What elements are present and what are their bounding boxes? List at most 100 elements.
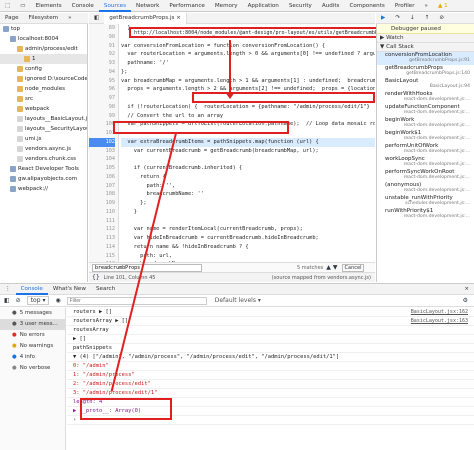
tab-elements[interactable]: Elements [31,0,67,12]
search-cancel-button[interactable]: Cancel [341,263,365,272]
tab-console[interactable]: Console [67,0,99,12]
tab-security[interactable]: Security [284,0,317,12]
more-tabs-button[interactable]: » [420,0,433,12]
code-line[interactable] [121,217,375,226]
call-stack-frame[interactable]: beginWork react-dom.development.js:... [377,117,474,130]
watch-section-header[interactable]: ▶ Watch [377,34,474,43]
tree-item[interactable]: 1 [0,54,87,64]
line-number[interactable]: 106 [89,173,115,182]
resume-icon[interactable]: ▶ [376,13,390,24]
console-sidebar-item[interactable]: ● No errors [0,330,65,341]
call-stack-frame[interactable]: performSyncWorkOnRoot react-dom.developme… [377,169,474,182]
search-next-icon[interactable]: ▼ [333,264,338,271]
tree-item[interactable]: localhost:8004 [0,34,87,44]
line-number[interactable]: 102 [89,137,115,147]
tab-sources[interactable]: Sources [98,0,132,12]
code-line[interactable]: pathname: '/' [121,59,375,68]
console-sidebar-item[interactable]: ● 5 messages [0,308,65,319]
step-into-icon[interactable]: ↓ [405,13,420,24]
console-line[interactable]: ▶ [] [67,335,474,344]
line-number[interactable]: 101 [89,129,115,138]
call-stack-frame[interactable]: beginWork$1 react-dom.development.js:... [377,130,474,143]
tree-item[interactable]: vendors.chunk.css [0,154,87,164]
line-number[interactable]: 113 [89,234,115,243]
format-icon[interactable]: {} [92,274,100,281]
console-line[interactable]: ▶ __proto__: Array(0) [67,407,474,416]
console-sidebar-item[interactable]: ● 3 user mess... [0,319,65,330]
code-editor[interactable]: 89 90 91 92 93 94 95 96 97 98 99 100 101 102 103 104 105… [89,24,375,282]
tree-item[interactable]: top [0,24,87,34]
tab-components[interactable]: Components [344,0,389,12]
code-line[interactable]: var routerLocation = arguments.length > … [121,50,375,59]
step-over-icon[interactable]: ↷ [390,13,405,24]
line-number[interactable]: 95 [89,77,115,86]
tree-item[interactable]: node_modules [0,84,87,94]
line-number[interactable]: 89 [89,24,115,33]
line-number[interactable]: 114 [89,243,115,252]
code-line[interactable]: props = arguments.length > 2 && argument… [121,85,375,94]
tree-item[interactable]: gw.alipayobjects.com [0,174,87,184]
call-stack-frame[interactable]: conversionFromLocation getBreadcrumbProps… [377,52,474,65]
sidebar-toggle-icon[interactable]: ◧ [4,297,10,304]
line-number[interactable]: 109 [89,199,115,208]
call-stack-frame[interactable]: runWithPriority$1 react-dom.development.j… [377,208,474,221]
toggle-navigator-icon[interactable]: ◧ [89,13,104,24]
tab-profiler[interactable]: Profiler [390,0,420,12]
line-number[interactable]: 110 [89,208,115,217]
tree-item[interactable]: webpack:// [0,184,87,194]
code-line[interactable]: var conversionFromLocation = function co… [121,42,375,51]
editor-file-tab[interactable]: getBreadcrumbProps.js × [104,12,187,24]
tab-memory[interactable]: Memory [210,0,243,12]
log-levels-select[interactable]: Default levels ▾ [215,297,261,304]
tab-filesystem[interactable]: Filesystem [24,13,64,24]
code-line[interactable]: path: '', [121,182,375,191]
code-line[interactable] [121,129,375,138]
call-stack-frame[interactable]: updateFunctionComponent react-dom.develop… [377,104,474,117]
console-source-link[interactable]: BasicLayout.jsx:162 [411,308,468,317]
code-line[interactable]: var name = renderItemLocal(currentBreadc… [121,225,375,234]
search-prev-icon[interactable]: ▲ [326,264,331,271]
device-toggle-icon[interactable]: ▭ [15,0,30,12]
tree-item[interactable]: React Developer Tools [0,164,87,174]
line-number-gutter[interactable]: 89 90 91 92 93 94 95 96 97 98 99 100 101 102 103 104 105… [89,24,119,282]
call-stack-frame[interactable]: unstable_runWithPriority scheduler.develo… [377,195,474,208]
console-line[interactable]: 2: "/admin/process/edit" [67,380,474,389]
line-number[interactable]: 99 [89,112,115,121]
console-filter-input[interactable] [66,296,207,305]
eye-icon[interactable]: ◉ [55,297,60,304]
call-stack-frame[interactable]: renderWithHooks react-dom.development.js:… [377,91,474,104]
console-sidebar-item[interactable]: ● No verbose [0,363,65,374]
line-number[interactable]: 92 [89,50,115,59]
code-line[interactable] [121,94,375,103]
console-line[interactable]: length: 4 [67,398,474,407]
line-number[interactable]: 98 [89,103,115,112]
console-sidebar-item[interactable]: ● 4 info [0,352,65,363]
console-line[interactable]: 0: "/admin" [67,362,474,371]
tree-item[interactable]: src [0,94,87,104]
code-line[interactable]: var extraBreadcrumbItems = pathSnippets.… [121,137,375,147]
code-line[interactable] [121,155,375,164]
line-number[interactable]: 115 [89,252,115,261]
call-stack-section-header[interactable]: ▼ Call Stack [377,43,474,52]
line-number[interactable]: 90 [89,33,115,42]
line-number[interactable]: 112 [89,225,115,234]
tab-whats-new[interactable]: What's New [48,284,91,295]
tab-page[interactable]: Page [0,13,24,24]
code-line[interactable]: // Convert the url to an array [121,112,375,121]
line-number[interactable]: 111 [89,217,115,226]
line-number[interactable]: 96 [89,85,115,94]
console-sidebar-item[interactable]: ● No warnings [0,341,65,352]
code-line[interactable]: path: url, [121,252,375,261]
line-number[interactable]: 97 [89,94,115,103]
console-line[interactable]: ▼ (4) ["/admin", "/admin/process", "/adm… [67,353,474,362]
code-line[interactable]: var breadcrumbMap = arguments.length > 1… [121,77,375,86]
line-number[interactable]: 94 [89,68,115,77]
drawer-menu-icon[interactable]: ⋮ [0,284,16,295]
tab-audits[interactable]: Audits [317,0,345,12]
tab-application[interactable]: Application [243,0,284,12]
console-line[interactable]: pathSnippets [67,344,474,353]
tab-search[interactable]: Search [91,284,120,295]
call-stack-frame[interactable]: BasicLayout BasicLayout.js:94 [377,78,474,91]
code-line[interactable]: var currentBreadcrumb = getBreadcrumb(br… [121,147,375,156]
line-number[interactable]: 91 [89,42,115,51]
